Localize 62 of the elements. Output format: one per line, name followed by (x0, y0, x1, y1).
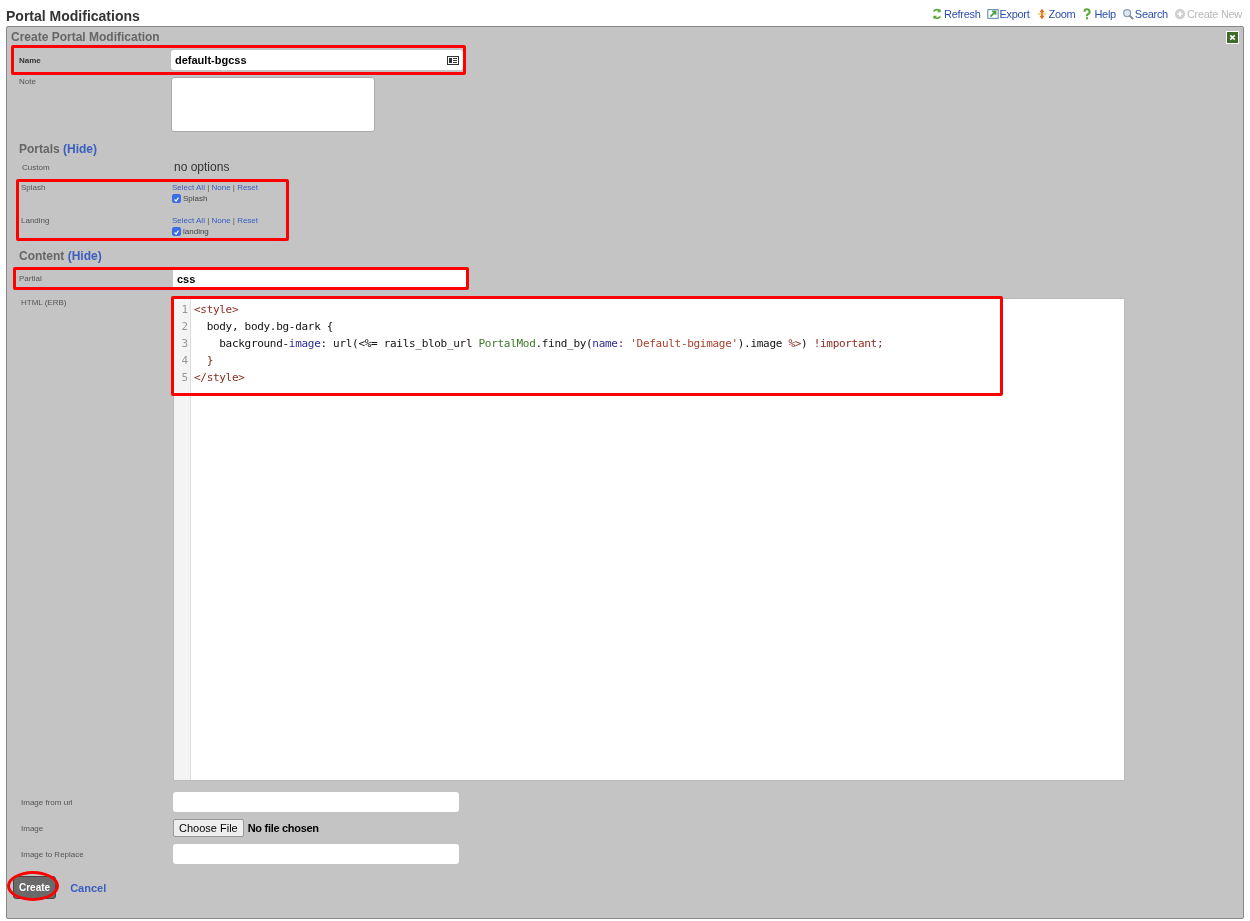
field-label: Name (18, 55, 42, 65)
separator-text: | (207, 183, 210, 192)
selection-link[interactable]: None (211, 216, 231, 225)
panel-title: Create Portal Modification (11, 30, 160, 44)
toolbar-link[interactable]: Help (1081, 8, 1116, 20)
url-input[interactable] (173, 792, 459, 812)
selection-link[interactable]: Reset (237, 216, 259, 225)
field-label: Partial (18, 274, 43, 283)
checkbox-label: landing (183, 227, 209, 236)
code-line: body, body.bg-dark { (205, 319, 335, 335)
cancel-link[interactable]: Cancel (70, 881, 107, 894)
replace-input[interactable] (173, 844, 459, 864)
selection-link[interactable]: Reset (237, 183, 259, 192)
choose-file-button[interactable]: Choose File (173, 819, 244, 837)
field-label: Custom (21, 162, 51, 172)
contact-card-icon (447, 55, 459, 65)
separator-text: | (232, 216, 235, 225)
section-heading: Content (19, 249, 65, 263)
separator-text: | (232, 183, 235, 192)
line-number: 1 (180, 302, 189, 318)
code-line: background-image: url(<%= rails_blob_url PortalMod.find_by(name: 'Default-bgimage').image %>) !important; (218, 336, 884, 352)
selection-link[interactable]: Select All (172, 183, 205, 192)
section-heading: Portals (19, 142, 60, 156)
search-icon (1121, 8, 1134, 20)
export-icon (986, 8, 999, 20)
line-number: 4 (180, 353, 189, 369)
refresh-icon (931, 8, 944, 20)
code-line: </style> (194, 370, 246, 386)
line-number: 3 (180, 336, 189, 352)
toolbar-link[interactable]: Export (986, 8, 1030, 20)
selection-link[interactable]: None (211, 183, 231, 192)
close-icon[interactable] (1226, 30, 1239, 44)
hide-link[interactable]: (Hide) (67, 249, 102, 263)
line-number: 5 (180, 370, 189, 386)
toolbar-link[interactable]: Zoom (1035, 8, 1076, 20)
toolbar-link[interactable]: Refresh (931, 8, 981, 20)
code-editor[interactable]: 1 2 3 4 5 <style> body, body.bg-dark { background-image: url(<%= rails_blob_url PortalMod.find_by(name: 'Default-bgimage').image %>) !important; } </style> (173, 298, 1125, 781)
field-label: Landing (20, 216, 51, 225)
field-label: Splash (20, 183, 47, 192)
field-label: Image (20, 823, 45, 833)
checkbox[interactable] (172, 194, 181, 203)
code-line: <style> (194, 302, 240, 318)
field-label: Image to Replace (20, 849, 85, 859)
note-textarea[interactable] (171, 77, 375, 132)
no-options-text: no options (174, 160, 231, 174)
hide-link[interactable]: (Hide) (63, 142, 98, 156)
help-icon (1081, 8, 1094, 20)
code-line: } (205, 353, 214, 369)
checkbox[interactable] (172, 227, 181, 236)
name-input[interactable]: default-bgcss (171, 50, 463, 70)
line-number: 2 (180, 319, 189, 335)
selection-link[interactable]: Select All (172, 216, 205, 225)
separator-text: | (207, 216, 210, 225)
checkbox-label: Splash (183, 194, 208, 203)
plus-circle-icon (1173, 8, 1186, 20)
field-label: Image from url (20, 797, 74, 807)
field-label: HTML (ERB) (20, 298, 68, 307)
page-title: Portal Modifications (6, 8, 140, 24)
toolbar-link[interactable]: Search (1121, 8, 1168, 20)
partial-input[interactable]: css (173, 270, 466, 287)
field-label: Note (18, 77, 37, 86)
file-status: No file chosen (247, 822, 319, 834)
